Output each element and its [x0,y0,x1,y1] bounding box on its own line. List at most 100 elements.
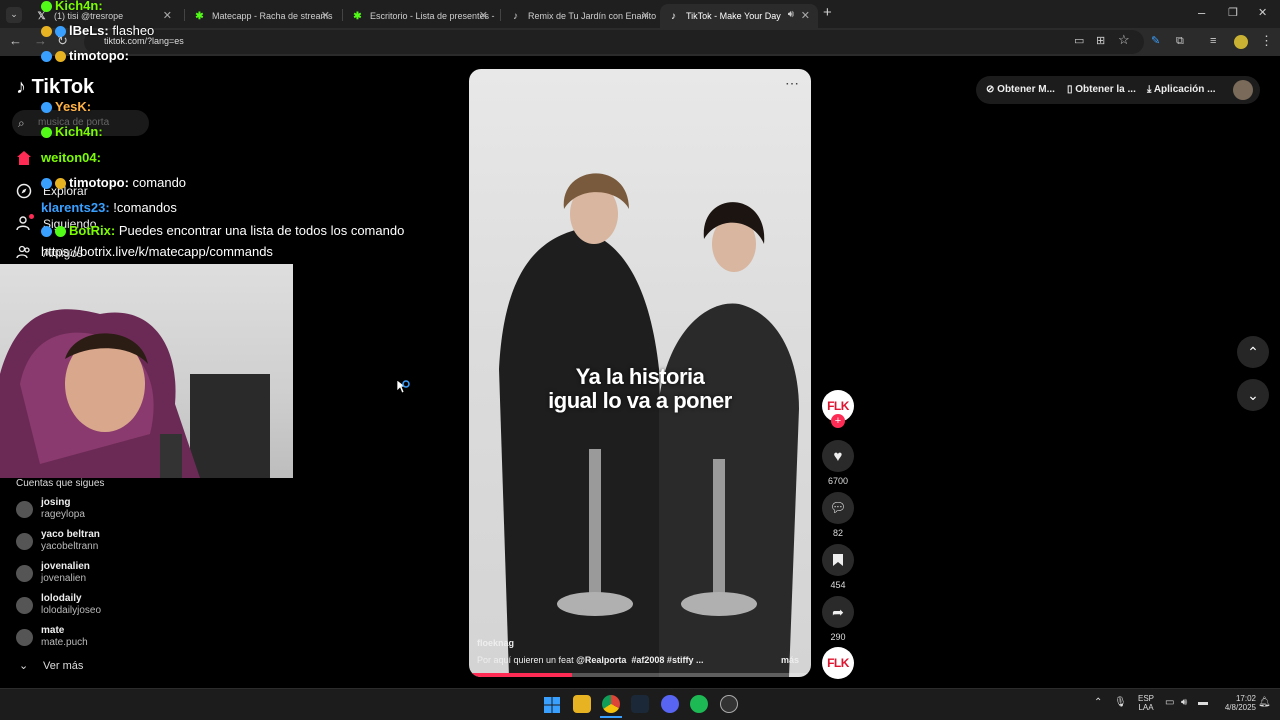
microphone-icon[interactable]: 🎙︎ [1114,697,1127,708]
tab-escritorio[interactable]: ✱ Escritorio - Lista de presentes - ✕ [344,4,496,28]
get-app-button[interactable]: ▯ Obtener la ... [1067,84,1136,95]
comment-button[interactable]: 💬︎ [822,492,854,524]
back-icon[interactable]: ← [9,34,22,48]
hashtags[interactable]: #af2008 #stiffy ... [631,655,703,665]
previous-video-button[interactable]: ⌃ [1237,336,1269,368]
home-icon[interactable] [16,150,32,166]
restore-icon[interactable]: ❐ [1228,6,1238,20]
app-icon[interactable] [720,695,738,713]
tab-title: Remix de Tu Jardín con Enanito [528,11,657,21]
avatar [16,565,33,582]
chat-message: timotopo: comando [41,175,186,190]
tab-title: TikTok - Make Your Day [686,11,781,21]
video-author[interactable]: floeknag [477,638,514,648]
discord-icon[interactable] [661,695,679,713]
extensions-puzzle-icon[interactable]: ⧉ [1176,34,1184,48]
chat-message: YesK: [41,99,91,114]
tiktok-logo[interactable]: ♪ TikTok [16,76,94,99]
windows-start-icon[interactable] [544,697,560,713]
language-indicator[interactable]: ESP LAA [1136,694,1156,712]
sound-disc[interactable]: FLK [822,647,854,679]
kick-icon: ✱ [353,10,362,22]
chrome-icon[interactable] [602,695,620,713]
active-app-indicator [600,716,622,718]
chat-message: BotRix: Puedes encontrar una lista de to… [41,223,404,238]
extension-icon[interactable]: ✎ [1151,34,1160,48]
clock[interactable]: 17:02 4/8/2025 [1214,694,1256,712]
chevron-up-icon: ⌃ [1247,343,1259,360]
menu-kebab-icon[interactable]: ⋮ [1260,34,1273,48]
follow-plus-icon[interactable]: + [831,414,845,428]
next-video-button[interactable]: ⌄ [1237,379,1269,411]
cast-icon[interactable]: ▭ [1074,34,1084,48]
close-icon[interactable]: ✕ [641,9,650,22]
tiktok-icon: ♪ [513,10,518,22]
get-coins-button[interactable]: ⊘ Obtener M... [986,84,1055,95]
close-icon[interactable]: ✕ [321,9,330,22]
network-icon[interactable]: ▭ [1165,697,1174,708]
tab-tiktok-active[interactable]: ♪ TikTok - Make Your Day 🔊︎ ✕ [660,4,818,28]
explore-compass-icon[interactable] [16,183,32,199]
close-icon[interactable]: ✕ [801,9,810,22]
save-button[interactable] [822,544,854,576]
bookmark-icon [833,554,843,566]
desktop-app-button[interactable]: ⤓ Aplicación ... [1147,84,1216,95]
following-account[interactable]: mate mate.puch [16,625,216,651]
more-options-icon[interactable]: ⋯ [785,75,799,92]
chat-message: klarents23: !comandos [41,200,177,215]
tab-search-button[interactable]: ⌄ [6,7,22,23]
like-button[interactable]: ♥ [822,440,854,472]
following-account[interactable]: jovenalien jovenalien [16,561,216,587]
friends-icon[interactable] [16,244,32,260]
following-account[interactable]: lolodaily lolodailyjoseo [16,593,216,619]
browser-toolbar: ← → ↻ tiktok.com/?lang=es ▭ ⊞ ☆ ✎ ⧉ ≡ ⋮ [0,28,1280,56]
see-more-button[interactable]: Ver más [43,660,83,672]
steam-icon[interactable] [631,695,649,713]
video-description: Por aquí quieren un feat @Realporta #af2… [477,655,704,665]
url-bar[interactable]: tiktok.com/?lang=es [84,30,1144,54]
bookmark-star-icon[interactable]: ☆ [1118,33,1130,47]
like-count: 6700 [827,476,849,486]
window-close-icon[interactable]: ✕ [1258,6,1267,20]
file-explorer-icon[interactable] [573,695,591,713]
following-account[interactable]: yaco beltran yacobeltrann [16,529,216,555]
chat-message: Kich4n: [41,124,103,139]
spotify-icon[interactable] [690,695,708,713]
media-control-icon[interactable]: ≡ [1210,34,1216,48]
mention-link[interactable]: @Realporta [576,655,626,665]
chevron-down-icon: ⌄ [19,660,29,672]
save-count: 454 [830,580,846,590]
search-icon: ⌕ [18,116,25,130]
profile-avatar[interactable] [1234,35,1248,49]
chat-message: Kich4n: [41,0,103,13]
new-tab-button[interactable]: + [823,5,832,20]
share-count: 290 [830,632,846,642]
progress-fill [469,673,572,677]
tab-title: Escritorio - Lista de presentes - [370,11,495,21]
video-caption: Ya la historia igual lo va a poner [548,364,732,413]
translate-icon[interactable]: ⊞ [1096,34,1105,48]
share-button[interactable]: ➦ [822,596,854,628]
user-avatar[interactable] [1233,80,1253,100]
video-player[interactable]: ⋯ Ya la historia igual lo va a poner flo… [469,69,811,677]
battery-icon[interactable]: ▬ [1198,697,1208,708]
following-account[interactable]: josing rageylopa [16,497,216,523]
avatar [16,629,33,646]
tab-remix[interactable]: ♪ Remix de Tu Jardín con Enanito ✕ [502,4,658,28]
more-button[interactable]: más [781,655,799,665]
chat-message: lBeLs: flasheo [41,23,154,38]
kick-icon: ✱ [195,10,204,22]
minimize-icon[interactable]: – [1198,6,1205,20]
volume-icon[interactable]: 🔊︎ [1181,697,1187,708]
notifications-icon[interactable]: 🔔︎ [1258,697,1271,708]
close-icon[interactable]: ✕ [163,9,172,22]
chat-message: https://botrix.live/k/matecapp/commands [41,244,273,259]
audio-icon[interactable]: 🔊︎ [788,9,794,20]
video-progress-bar[interactable] [469,673,811,677]
tab-matecapp[interactable]: ✱ Matecapp - Racha de streams ✕ [186,4,338,28]
share-icon: ➦ [832,603,844,620]
cursor-loading-icon [396,379,410,394]
heart-icon: ♥ [833,447,843,465]
tray-chevron-up-icon[interactable]: ⌃ [1094,697,1102,708]
close-icon[interactable]: ✕ [479,9,488,22]
